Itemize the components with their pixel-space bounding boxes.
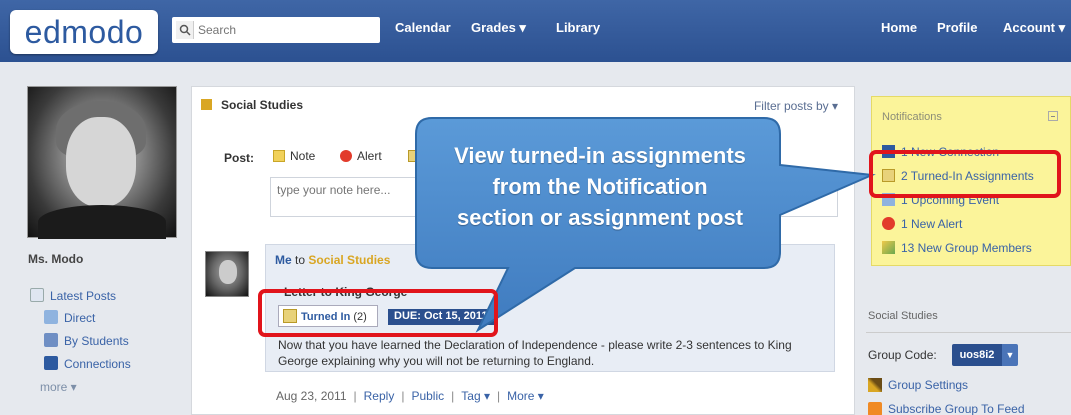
highlight-turned-in bbox=[258, 289, 498, 337]
callout-text: View turned-in assignments from the Noti… bbox=[454, 143, 746, 230]
highlight-notification bbox=[869, 150, 1061, 198]
